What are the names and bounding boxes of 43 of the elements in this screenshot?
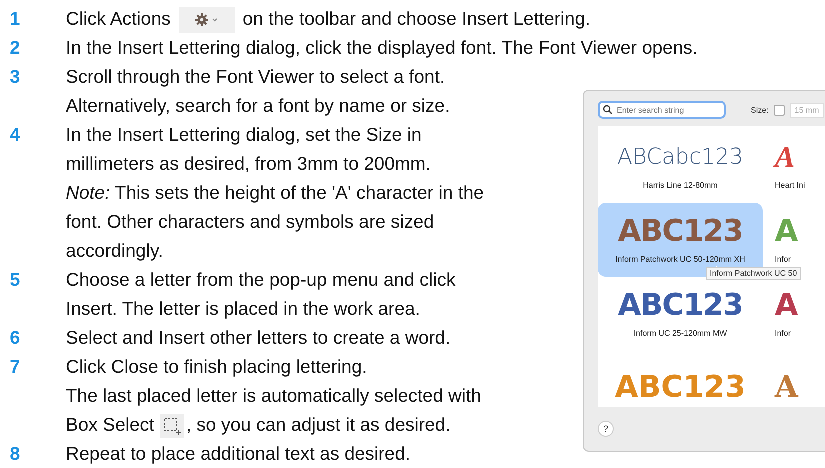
size-label: Size: [751, 106, 769, 115]
font-sample: ABC123 [618, 216, 743, 248]
step-number: 8 [10, 442, 22, 466]
font-tile[interactable]: ABCabc123 Harris Line 12-80mm [598, 129, 763, 204]
font-tile[interactable]: A Heart Ini [767, 129, 825, 204]
step-text: Select and Insert other letters to create a word. [66, 326, 452, 350]
font-name: Heart Ini [775, 181, 806, 190]
step-number: 5 [10, 268, 22, 292]
box-select-icon [160, 414, 184, 438]
help-button[interactable]: ? [598, 421, 614, 438]
font-sample: A [775, 372, 798, 404]
size-checkbox[interactable] [774, 104, 785, 116]
step-text: Click Close to finish placing lettering. [66, 355, 368, 380]
font-sample: ABCabc123 [618, 144, 744, 172]
step-number: 1 [10, 7, 22, 31]
step-text: Click Actions on the toolbar and choose Insert Lettering. [66, 4, 825, 34]
step-text: Scroll through the Font Viewer to select a font. [66, 65, 446, 90]
font-sample: A [775, 216, 798, 248]
font-name: Infor [775, 329, 792, 338]
tooltip: Inform Patchwork UC 50 [706, 267, 802, 280]
step-number: 4 [10, 123, 22, 148]
step-text: Alternatively, search for a font by name or size. [66, 94, 452, 118]
search-icon [603, 105, 613, 116]
step-number: 3 [10, 65, 22, 90]
step-text: Note: This sets the height of the 'A' character in the font. Other characters and symbols are sized accordingly. [66, 181, 486, 264]
font-sample: A [775, 142, 796, 174]
step-number: 6 [10, 326, 22, 350]
font-name: Inform Patchwork UC 50-120mm XH [616, 255, 746, 264]
font-sample: A [775, 290, 798, 322]
search-field[interactable]: Enter search string [598, 101, 726, 120]
font-sample: ABC123 [618, 290, 743, 322]
step-text: In the Insert Lettering dialog, click the displayed font. The Font Viewer opens. [66, 36, 699, 60]
step-text: The last placed letter is automatically selected with Box Select , so you can adjust it as desired. [66, 381, 502, 440]
font-name: Harris Line 12-80mm [643, 181, 718, 190]
font-name: Infor [775, 255, 792, 264]
step-number: 7 [10, 355, 22, 380]
font-name: Inform UC 25-120mm MW [634, 329, 728, 338]
font-sample: ABC123 [615, 372, 746, 404]
step-text: Repeat to place additional text as desired. [66, 442, 412, 466]
gear-menu-icon [178, 7, 235, 34]
step-text: In the Insert Lettering dialog, set the Size in millimeters as desired, from 3mm to 200mm. [66, 123, 432, 176]
step-text: Choose a letter from the pop-up menu and click Insert. The letter is placed in the work area. [66, 268, 457, 322]
step-number: 2 [10, 36, 22, 60]
